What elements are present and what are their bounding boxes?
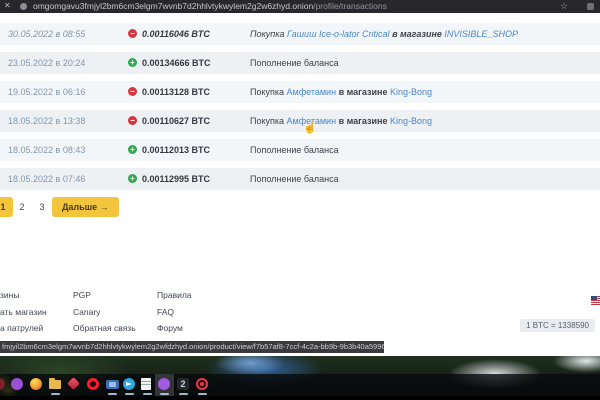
product-link[interactable]: Амфетамин (287, 87, 337, 97)
footer-link[interactable]: зины (0, 290, 19, 300)
open-app-indicator (179, 393, 188, 395)
transaction-date: 30.05.2022 в 08:55 (8, 29, 85, 39)
store-link[interactable]: King-Bong (390, 87, 432, 97)
url-path: /profile/transactions (313, 1, 387, 11)
cut-app-icon[interactable] (0, 378, 5, 390)
opera-app-icon[interactable] (87, 378, 99, 390)
transaction-amount: 0.00116046 BTC (142, 29, 210, 39)
transaction-amount: 0.00134666 BTC (142, 58, 211, 68)
plus-icon: + (128, 174, 137, 183)
open-app-indicator (143, 393, 152, 395)
btc-rate-badge: 1 BTC = 1338590 (520, 319, 595, 332)
store-prefix: в магазине (392, 29, 442, 39)
app-2-icon[interactable]: 2 (177, 378, 189, 390)
table-row: 18.05.2022 в 08:43 +0.00112013 BTC Пополне… (0, 139, 600, 161)
footer-link[interactable]: ать магазин (0, 307, 47, 317)
table-row: 18.05.2022 в 07:46 +0.00112995 BTC Пополне… (0, 168, 600, 190)
mouse-cursor: ☝ (303, 121, 317, 134)
table-row: 19.05.2022 в 06:16 −0.00113128 BTC Покупка… (0, 81, 600, 103)
transaction-date: 19.05.2022 в 06:16 (8, 87, 85, 97)
file-explorer-icon[interactable] (49, 380, 61, 389)
browser-menu-icon[interactable] (587, 3, 594, 10)
screen: ✕ omgomgavu3fmjyl2bm6cm3elgm7wvnb7d2hhlv… (0, 0, 600, 400)
gem-app-icon[interactable] (67, 377, 80, 390)
pagination-page[interactable]: 3 (36, 197, 48, 217)
open-app-indicator (160, 393, 169, 395)
transaction-amount: 0.00113128 BTC (142, 87, 210, 97)
bookmark-star-icon[interactable]: ☆ (560, 0, 568, 12)
notepad-app-icon[interactable] (141, 378, 151, 390)
pagination-page-active[interactable]: 1 (0, 197, 13, 217)
url-text[interactable]: omgomgavu3fmjyl2bm6cm3elgm7wvnb7d2hhlvty… (33, 0, 387, 13)
footer-link[interactable]: Правила (157, 290, 192, 300)
transaction-date: 18.05.2022 в 07:46 (8, 174, 85, 184)
pagination-next-button[interactable]: Дальше → (52, 197, 119, 217)
footer-link[interactable]: PGP (73, 290, 91, 300)
telegram-app-icon[interactable] (123, 378, 135, 390)
store-link[interactable]: INVISIBLE_SHOP (444, 29, 518, 39)
pagination-page[interactable]: 2 (16, 197, 28, 217)
table-row: 23.05.2022 в 20:24 +0.00134666 BTC Пополне… (0, 52, 600, 74)
plus-icon: + (128, 58, 137, 67)
transaction-amount: 0.00112995 BTC (142, 174, 210, 184)
transaction-description: Покупка Амфетамин в магазине King-Bong (250, 116, 432, 126)
plus-icon: + (128, 145, 137, 154)
product-link[interactable]: Гашиш Ice-o-lator Critical (287, 29, 390, 39)
tor-browser-app-icon[interactable] (158, 378, 170, 390)
footer-link[interactable]: Форум (157, 323, 183, 333)
table-row: 18.05.2022 в 13:38 −0.00110627 BTC Покупка… (0, 110, 600, 132)
screen-recorder-app-icon[interactable] (196, 378, 208, 390)
store-prefix: в магазине (339, 87, 388, 97)
transaction-description: Пополнение баланса (250, 174, 339, 184)
transaction-date: 23.05.2022 в 20:24 (8, 58, 85, 68)
close-icon[interactable]: ✕ (4, 0, 11, 12)
status-bar-link-preview: fmjyil2bm6cm3elgm7wvnb7d2hhlvtykwylem2g2… (0, 341, 384, 353)
violet-app-icon[interactable] (11, 378, 23, 390)
minus-icon: − (128, 116, 137, 125)
transaction-amount: 0.00110627 BTC (142, 116, 210, 126)
transaction-description: Покупка Гашиш Ice-o-lator Critical в маг… (250, 29, 518, 39)
open-app-indicator (198, 393, 207, 395)
table-row: 30.05.2022 в 08:55 −0.00116046 BTC Покупка… (0, 23, 600, 45)
transactions-page: 30.05.2022 в 08:55−0.00116046 BTCПокупка… (0, 13, 600, 356)
open-app-indicator (125, 393, 134, 395)
transaction-amount: 0.00112013 BTC (142, 145, 210, 155)
us-flag-icon[interactable] (591, 296, 600, 305)
browser-address-bar[interactable]: ✕ omgomgavu3fmjyl2bm6cm3elgm7wvnb7d2hhlv… (0, 0, 600, 13)
minus-icon: − (128, 29, 137, 38)
footer-link[interactable]: Canary (73, 307, 100, 317)
footer-link[interactable]: Обратная связь (73, 323, 136, 333)
transaction-date: 18.05.2022 в 08:43 (8, 145, 85, 155)
transaction-description: Покупка Амфетамин в магазине King-Bong (250, 87, 432, 97)
transaction-description: Пополнение баланса (250, 58, 339, 68)
transaction-date: 18.05.2022 в 13:38 (8, 116, 85, 126)
store-link[interactable]: King-Bong (390, 116, 432, 126)
screen-bottom-strip (0, 396, 600, 400)
open-app-indicator (108, 393, 117, 395)
footer-link[interactable]: FAQ (157, 307, 174, 317)
store-prefix: в магазине (339, 116, 388, 126)
taskbar: 2 (0, 374, 600, 396)
firefox-app-icon[interactable] (30, 378, 42, 390)
footer-link[interactable]: а патрулей (0, 323, 43, 333)
transaction-description: Пополнение баланса (250, 145, 339, 155)
site-info-icon[interactable] (20, 3, 27, 10)
url-domain: omgomgavu3fmjyl2bm6cm3elgm7wvnb7d2hhlvty… (33, 1, 313, 11)
screenshot-app-icon[interactable] (106, 380, 119, 389)
open-app-indicator (51, 393, 60, 395)
minus-icon: − (128, 87, 137, 96)
